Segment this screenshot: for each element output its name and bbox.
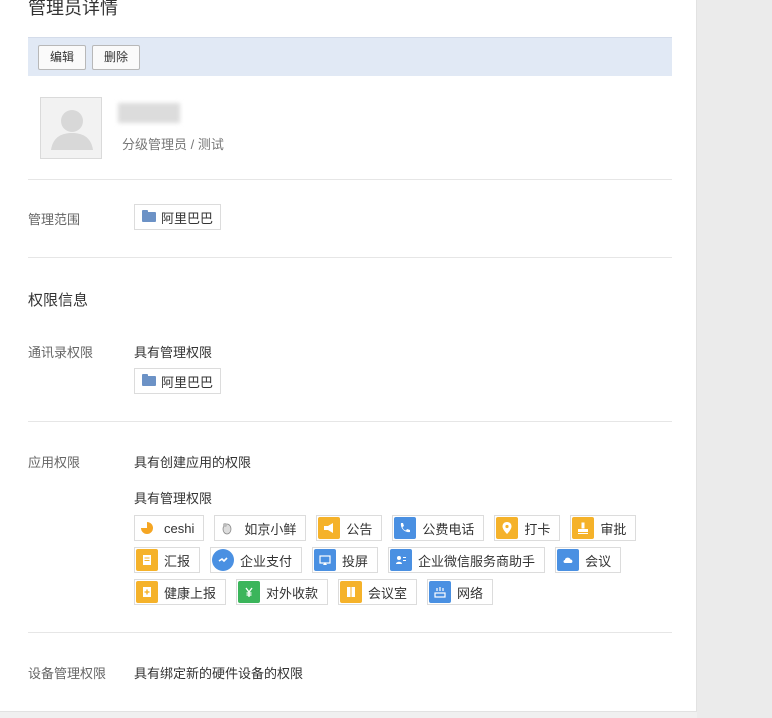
app-name: 企业支付 bbox=[240, 553, 293, 569]
bird-icon bbox=[216, 517, 239, 539]
app-row: 健康上报 对外收款 会议室 网络 bbox=[134, 579, 674, 605]
app-row: 汇报 企业支付 投屏 企业微信服务商助手 会议 bbox=[134, 547, 674, 573]
folder-icon bbox=[142, 374, 156, 386]
app-item-network: 网络 bbox=[427, 579, 494, 605]
door-icon bbox=[340, 581, 363, 603]
app-create-permission-text: 具有创建应用的权限 bbox=[134, 455, 252, 470]
screen-cast-icon bbox=[314, 549, 337, 571]
folder-icon bbox=[142, 210, 156, 222]
app-item-approval: 审批 bbox=[570, 515, 637, 541]
phone-icon bbox=[394, 517, 417, 539]
avatar bbox=[40, 97, 102, 159]
admin-role: 分级管理员 / 测试 bbox=[122, 137, 224, 152]
app-name: 汇报 bbox=[164, 553, 191, 569]
app-item-report: 汇报 bbox=[134, 547, 201, 573]
app-name: 如京小鲜 bbox=[244, 521, 297, 537]
app-name: 会议 bbox=[585, 553, 612, 569]
device-permission-text: 具有绑定新的硬件设备的权限 bbox=[134, 666, 304, 681]
contacts-permission-text: 具有管理权限 bbox=[134, 345, 213, 360]
blurred-admin-name bbox=[118, 103, 180, 123]
edit-button[interactable]: 编辑 bbox=[38, 44, 87, 70]
payment-icon bbox=[212, 549, 235, 571]
divider bbox=[28, 179, 672, 180]
app-list: ceshi 如京小鲜 公告 公费电话 打卡 审批 汇报 企业支付 投屏 企业微信… bbox=[134, 515, 674, 611]
megaphone-icon bbox=[318, 517, 341, 539]
app-item-announcement: 公告 bbox=[316, 515, 383, 541]
page-title: 管理员详情 bbox=[28, 0, 118, 18]
app-name: 企业微信服务商助手 bbox=[418, 553, 536, 569]
app-name: 投屏 bbox=[342, 553, 369, 569]
scope-label: 管理范围 bbox=[28, 212, 81, 227]
user-placeholder-icon bbox=[51, 110, 93, 150]
app-name: 公费电话 bbox=[422, 521, 475, 537]
divider bbox=[28, 421, 672, 422]
contacts-dept-tag: 阿里巴巴 bbox=[134, 368, 222, 394]
app-item-ceshi: ceshi bbox=[134, 515, 205, 541]
wifi-router-icon bbox=[429, 581, 452, 603]
location-pin-icon bbox=[496, 517, 519, 539]
app-item-payment: 企业支付 bbox=[210, 547, 303, 573]
app-item-checkin: 打卡 bbox=[494, 515, 561, 541]
app-name: 健康上报 bbox=[164, 585, 217, 601]
device-permission-label: 设备管理权限 bbox=[28, 666, 107, 681]
app-row: ceshi 如京小鲜 公告 公费电话 打卡 审批 bbox=[134, 515, 674, 541]
cloud-icon bbox=[557, 549, 580, 571]
app-name: 公告 bbox=[346, 521, 373, 537]
app-item-screencast: 投屏 bbox=[312, 547, 379, 573]
permissions-title: 权限信息 bbox=[28, 292, 89, 309]
right-gutter bbox=[697, 0, 772, 718]
toolbar: 编辑 删除 bbox=[28, 37, 672, 76]
app-item-phone: 公费电话 bbox=[392, 515, 485, 541]
app-name: 打卡 bbox=[524, 521, 551, 537]
app-manage-permission-text: 具有管理权限 bbox=[134, 491, 213, 506]
app-item-health-report: 健康上报 bbox=[134, 579, 227, 605]
divider bbox=[28, 257, 672, 258]
yuan-icon bbox=[238, 581, 261, 603]
contacts-dept-name: 阿里巴巴 bbox=[161, 374, 214, 390]
app-name: ceshi bbox=[164, 520, 195, 536]
scope-dept-tag: 阿里巴巴 bbox=[134, 204, 222, 230]
contact-card-icon bbox=[390, 549, 413, 571]
app-permission-label: 应用权限 bbox=[28, 455, 81, 470]
contacts-permission-label: 通讯录权限 bbox=[28, 345, 94, 360]
stamp-icon bbox=[572, 517, 595, 539]
app-name: 会议室 bbox=[368, 585, 408, 601]
pie-chart-icon bbox=[136, 517, 158, 539]
app-item-meeting: 会议 bbox=[555, 547, 622, 573]
app-name: 审批 bbox=[600, 521, 627, 537]
admin-detail-panel: 管理员详情 编辑 删除 分级管理员 / 测试 管理范围 阿里巴巴 权限信息 通讯… bbox=[0, 0, 697, 712]
app-name: 对外收款 bbox=[266, 585, 319, 601]
app-item-collection: 对外收款 bbox=[236, 579, 329, 605]
app-item-rujing: 如京小鲜 bbox=[214, 515, 307, 541]
app-item-meeting-room: 会议室 bbox=[338, 579, 418, 605]
app-name: 网络 bbox=[457, 585, 484, 601]
scope-dept-name: 阿里巴巴 bbox=[161, 210, 214, 226]
divider bbox=[28, 632, 672, 633]
report-icon bbox=[136, 549, 158, 571]
app-item-partner-assistant: 企业微信服务商助手 bbox=[388, 547, 546, 573]
health-clipboard-icon bbox=[136, 581, 158, 603]
delete-button[interactable]: 删除 bbox=[92, 44, 141, 70]
